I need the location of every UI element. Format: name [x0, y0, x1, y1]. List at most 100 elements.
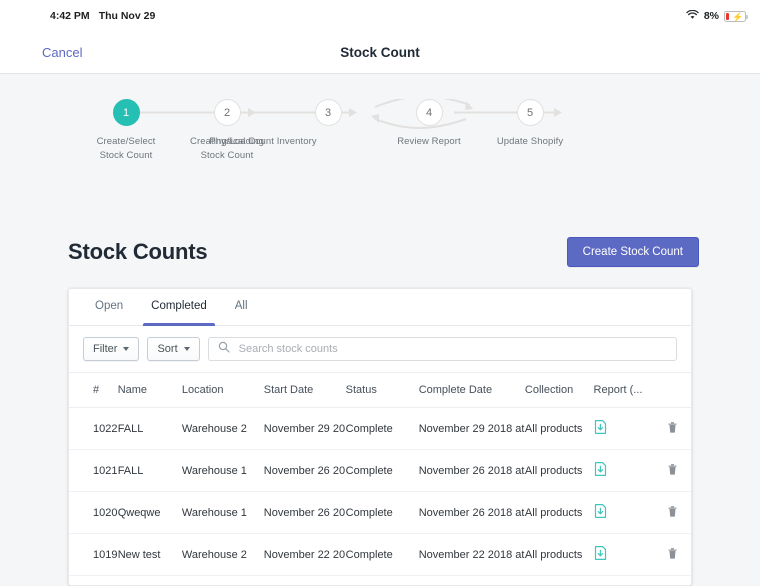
column-header-status[interactable]: Status	[345, 373, 419, 408]
page-title: Stock Counts	[68, 239, 208, 264]
column-header-number[interactable]: #	[69, 373, 118, 408]
cell-name: FALL	[117, 407, 182, 450]
stepper-step-2-number: 2	[213, 99, 241, 126]
cell-report	[593, 449, 654, 492]
battery-charging-icon: ⚡	[724, 10, 748, 22]
download-report-icon[interactable]	[594, 420, 607, 437]
column-header-complete-date[interactable]: Complete Date	[418, 373, 525, 408]
stepper-step-1-number: 1	[112, 99, 140, 126]
cancel-button[interactable]: Cancel	[22, 41, 102, 64]
cell-collection: All products	[524, 491, 594, 534]
status-bar-left: 4:42 PM Thu Nov 29	[50, 10, 155, 22]
column-header-location[interactable]: Location	[181, 373, 264, 408]
sort-button-label: Sort	[157, 343, 178, 355]
trash-icon[interactable]	[668, 463, 677, 478]
cell-start-date: November 26 2018 at	[263, 491, 346, 534]
filter-button[interactable]: Filter	[83, 337, 140, 361]
cell-report	[593, 407, 654, 450]
column-header-actions	[653, 373, 691, 408]
cell-collection: All products	[524, 533, 594, 576]
table-row[interactable]: 1020 Qweqwe Warehouse 1 November 26 2018…	[69, 491, 691, 534]
cell-complete-date: November 29 2018 at 4	[418, 407, 525, 450]
cell-delete	[653, 449, 691, 492]
cell-status: Complete	[345, 407, 419, 450]
cell-status: Complete	[345, 533, 419, 576]
cell-delete	[653, 491, 691, 534]
table-row[interactable]: 1019 New test Warehouse 2 November 22 20…	[69, 533, 691, 576]
download-report-icon[interactable]	[594, 504, 607, 521]
tab-bar: Open Completed All	[69, 289, 691, 326]
tab-completed[interactable]: Completed	[141, 289, 217, 326]
search-input[interactable]	[236, 342, 667, 356]
trash-icon[interactable]	[668, 547, 677, 562]
stepper-step-2-label-line2: Stock Count	[200, 150, 254, 161]
stepper-step-3-label: Physical Count Inventory	[209, 136, 317, 147]
create-stock-count-button[interactable]: Create Stock Count	[566, 237, 699, 267]
chevron-down-icon	[183, 347, 190, 351]
column-header-report[interactable]: Report (...	[593, 373, 654, 408]
cell-location: Warehouse 1	[181, 449, 264, 492]
status-bar: 4:42 PM Thu Nov 29 8% ⚡	[0, 0, 760, 32]
search-field[interactable]	[207, 337, 677, 361]
stepper-step-5-label: Update Shopify	[496, 136, 564, 147]
cell-name: Qweqwe	[117, 491, 182, 534]
table-row[interactable]: 1021 FALL Warehouse 1 November 26 2018 a…	[69, 449, 691, 492]
cell-report	[593, 491, 654, 534]
cell-location: Warehouse 2	[181, 407, 264, 450]
cell-name: New test	[117, 533, 182, 576]
status-time: 4:42 PM	[50, 10, 90, 22]
chevron-down-icon	[123, 347, 130, 351]
cell-delete	[653, 407, 691, 450]
cell-status: Complete	[345, 449, 419, 492]
column-header-name[interactable]: Name	[117, 373, 182, 408]
table-header: # Name Location Start Date Status Comple…	[69, 373, 691, 408]
cell-start-date: November 26 2018 at	[263, 449, 346, 492]
stock-counts-table: # Name Location Start Date Status Comple…	[69, 373, 691, 576]
tab-open[interactable]: Open	[85, 289, 133, 325]
battery-percent-label: 8%	[703, 10, 719, 22]
trash-icon[interactable]	[668, 505, 677, 520]
filter-button-label: Filter	[93, 343, 118, 355]
cell-delete	[653, 533, 691, 576]
progress-stepper: 1 Create/Select Stock Count 2 Creating/L…	[70, 99, 690, 209]
column-header-start-date[interactable]: Start Date	[263, 373, 346, 408]
progress-stepper-section: 1 Create/Select Stock Count 2 Creating/L…	[0, 74, 760, 223]
sort-button[interactable]: Sort	[147, 337, 200, 361]
cell-complete-date: November 26 2018 at 4	[418, 449, 525, 492]
trash-icon[interactable]	[668, 421, 677, 436]
cell-name: FALL	[117, 449, 182, 492]
cell-number: 1022	[69, 407, 118, 450]
search-icon	[218, 340, 230, 358]
tab-all[interactable]: All	[225, 289, 258, 325]
status-bar-right: 8% ⚡	[686, 9, 748, 23]
download-report-icon[interactable]	[594, 546, 607, 563]
download-report-icon[interactable]	[594, 462, 607, 479]
wifi-icon	[686, 9, 699, 23]
cell-complete-date: November 22 2018 at 6	[418, 533, 525, 576]
stock-counts-card: Open Completed All Filter Sort #	[68, 288, 692, 586]
table-row[interactable]: 1022 FALL Warehouse 2 November 29 2018 a…	[69, 407, 691, 450]
column-header-collection[interactable]: Collection	[524, 373, 594, 408]
page-heading-row: Stock Counts Create Stock Count	[0, 237, 760, 267]
cell-collection: All products	[524, 449, 594, 492]
status-date: Thu Nov 29	[98, 10, 156, 22]
stepper-step-3-number: 3	[314, 99, 342, 126]
cell-location: Warehouse 1	[181, 491, 264, 534]
cell-collection: All products	[524, 407, 594, 450]
cell-complete-date: November 26 2018 at 5	[418, 491, 525, 534]
cell-start-date: November 22 2018 at	[263, 533, 346, 576]
cell-start-date: November 29 2018 at	[263, 407, 346, 450]
page-header-title: Stock Count	[340, 45, 420, 60]
cell-number: 1021	[69, 449, 118, 492]
cell-location: Warehouse 2	[181, 533, 264, 576]
table-body: 1022 FALL Warehouse 2 November 29 2018 a…	[69, 407, 691, 576]
stepper-step-5-number: 5	[516, 99, 544, 126]
cell-number: 1019	[69, 533, 118, 576]
cell-status: Complete	[345, 491, 419, 534]
stepper-step-5[interactable]: 5 Update Shopify	[465, 99, 595, 149]
cell-report	[593, 533, 654, 576]
filter-toolbar: Filter Sort	[69, 326, 691, 373]
stepper-step-4-number: 4	[415, 99, 443, 126]
table-header-row: # Name Location Start Date Status Comple…	[69, 373, 691, 408]
app-nav-bar: Cancel Stock Count	[0, 32, 760, 74]
